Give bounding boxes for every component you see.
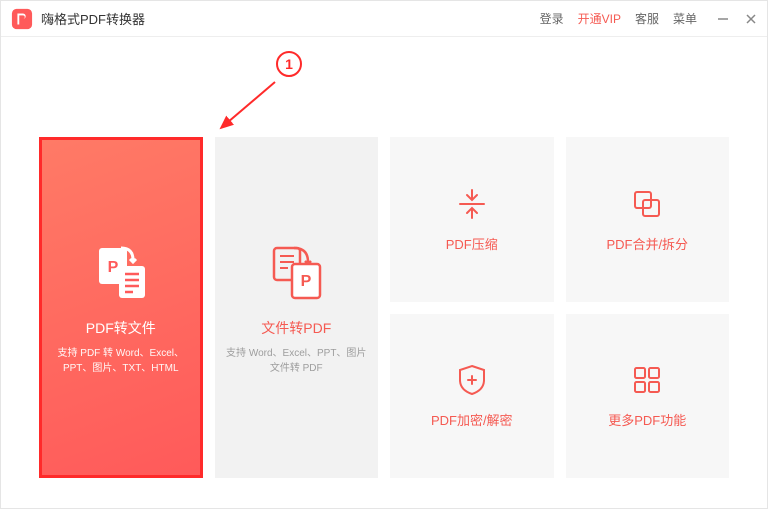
card-title: PDF压缩 bbox=[446, 234, 498, 253]
nav-links: 登录 开通VIP 客服 菜单 bbox=[540, 10, 697, 27]
annotation-arrow-icon bbox=[213, 76, 283, 136]
card-file-to-pdf[interactable]: P 文件转PDF 支持 Word、Excel、PPT、图片文件转 PDF bbox=[215, 137, 379, 478]
svg-text:P: P bbox=[301, 273, 312, 290]
titlebar: 嗨格式PDF转换器 登录 开通VIP 客服 菜单 bbox=[1, 1, 767, 37]
card-grid: P PDF转文件 支持 PDF 转 Word、Excel、PPT、图片、TXT、… bbox=[1, 37, 767, 508]
annotation-step-number: 1 bbox=[285, 56, 293, 72]
window-controls bbox=[717, 13, 757, 25]
minimize-icon[interactable] bbox=[717, 13, 729, 25]
card-pdf-encrypt[interactable]: PDF加密/解密 bbox=[390, 314, 554, 479]
app-logo-icon bbox=[11, 8, 33, 30]
card-pdf-compress[interactable]: PDF压缩 bbox=[390, 137, 554, 302]
nav-support[interactable]: 客服 bbox=[635, 10, 659, 27]
annotation-step-marker: 1 bbox=[276, 51, 302, 77]
card-title: PDF加密/解密 bbox=[431, 410, 513, 429]
nav-vip[interactable]: 开通VIP bbox=[578, 10, 621, 27]
svg-text:P: P bbox=[107, 259, 118, 276]
card-desc: 支持 Word、Excel、PPT、图片文件转 PDF bbox=[215, 346, 379, 376]
pdf-to-file-icon: P bbox=[89, 240, 153, 304]
merge-split-icon bbox=[629, 186, 665, 222]
nav-menu[interactable]: 菜单 bbox=[673, 10, 697, 27]
card-title: 更多PDF功能 bbox=[608, 410, 686, 429]
nav-login[interactable]: 登录 bbox=[540, 10, 564, 27]
grid-icon bbox=[629, 362, 665, 398]
card-more-features[interactable]: 更多PDF功能 bbox=[566, 314, 730, 479]
card-title: PDF转文件 bbox=[86, 318, 156, 338]
compress-icon bbox=[454, 186, 490, 222]
card-title: 文件转PDF bbox=[261, 318, 331, 338]
close-icon[interactable] bbox=[745, 13, 757, 25]
shield-icon bbox=[454, 362, 490, 398]
file-to-pdf-icon: P bbox=[264, 240, 328, 304]
card-title: PDF合并/拆分 bbox=[606, 234, 688, 253]
card-desc: 支持 PDF 转 Word、Excel、PPT、图片、TXT、HTML bbox=[42, 346, 200, 376]
card-pdf-merge-split[interactable]: PDF合并/拆分 bbox=[566, 137, 730, 302]
app-title: 嗨格式PDF转换器 bbox=[41, 9, 145, 28]
card-pdf-to-file[interactable]: P PDF转文件 支持 PDF 转 Word、Excel、PPT、图片、TXT、… bbox=[39, 137, 203, 478]
